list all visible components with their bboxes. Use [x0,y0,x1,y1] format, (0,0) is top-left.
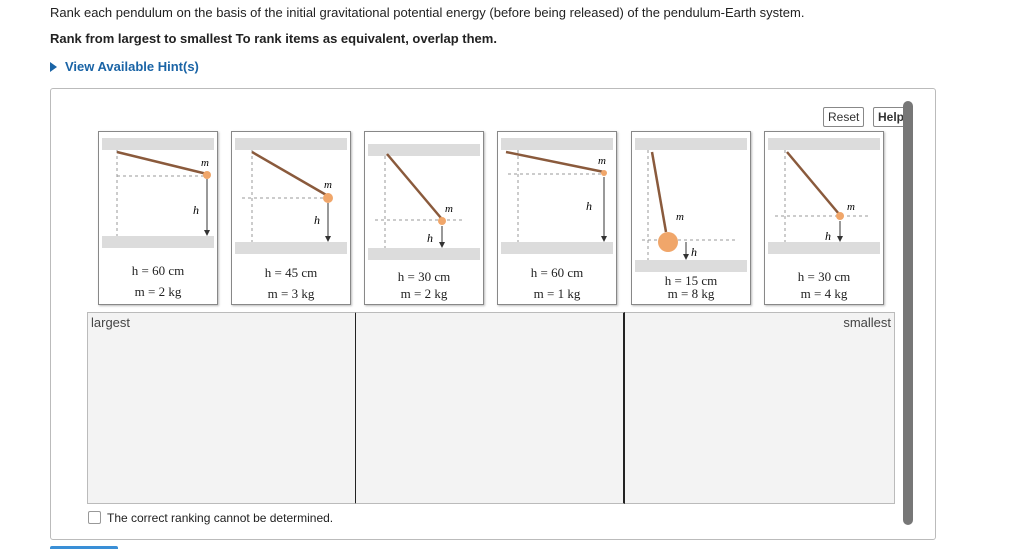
height-symbol: h [825,229,831,243]
mass-symbol: m [324,179,332,191]
cannot-determine-option[interactable]: The correct ranking cannot be determined… [88,511,333,525]
rank-slot-3[interactable]: smallest [625,312,895,504]
cannot-determine-checkbox[interactable] [88,511,101,524]
pendulum-card-2[interactable]: m h h = 45 cm m = 3 kg [231,131,351,305]
height-label: h = 30 cm [797,269,851,284]
question-text: Rank each pendulum on the basis of the i… [50,5,805,20]
mass-label: m = 1 kg [533,286,581,301]
mass-symbol: m [201,157,209,169]
mass-label: m = 4 kg [800,286,848,301]
height-label: h = 30 cm [397,269,451,284]
pendulum-card-6[interactable]: m h h = 30 cm m = 4 kg [764,131,884,305]
pendulum-card-3[interactable]: m h h = 30 cm m = 2 kg [364,131,484,305]
reset-button[interactable]: Reset [823,107,865,127]
mass-label: m = 2 kg [400,286,448,301]
mass-label: m = 3 kg [267,286,315,301]
height-label: h = 60 cm [131,263,185,278]
ranking-panel: Reset Help m h h = 60 cm m = 2 kg m h h … [50,88,936,540]
scrollbar[interactable] [903,101,913,525]
pendulum-card-1[interactable]: m h h = 60 cm m = 2 kg [98,131,218,305]
pendulum-card-4[interactable]: m h h = 60 cm m = 1 kg [497,131,617,305]
mass-symbol: m [598,155,606,167]
cannot-determine-label: The correct ranking cannot be determined… [107,511,334,525]
height-symbol: h [691,245,697,259]
view-hints-link[interactable]: View Available Hint(s) [50,59,199,74]
mass-symbol: m [676,211,684,223]
height-symbol: h [314,213,320,227]
height-symbol: h [586,199,592,213]
rank-slot-2[interactable] [356,312,625,504]
smallest-label: smallest [843,315,891,330]
instruction-text: Rank from largest to smallest To rank it… [50,31,497,46]
mass-symbol: m [445,203,453,215]
mass-symbol: m [847,201,855,213]
expand-arrow-icon [50,62,57,72]
rank-slot-1[interactable]: largest [87,312,357,504]
height-label: h = 45 cm [264,265,318,280]
pendulum-card-5[interactable]: m h h = 15 cm m = 8 kg [631,131,751,305]
height-symbol: h [193,203,199,217]
height-label: h = 60 cm [530,265,584,280]
height-symbol: h [427,231,433,245]
largest-label: largest [91,315,131,330]
mass-label: m = 2 kg [134,284,182,299]
view-hints-label: View Available Hint(s) [65,59,199,74]
mass-label: m = 8 kg [667,286,715,301]
